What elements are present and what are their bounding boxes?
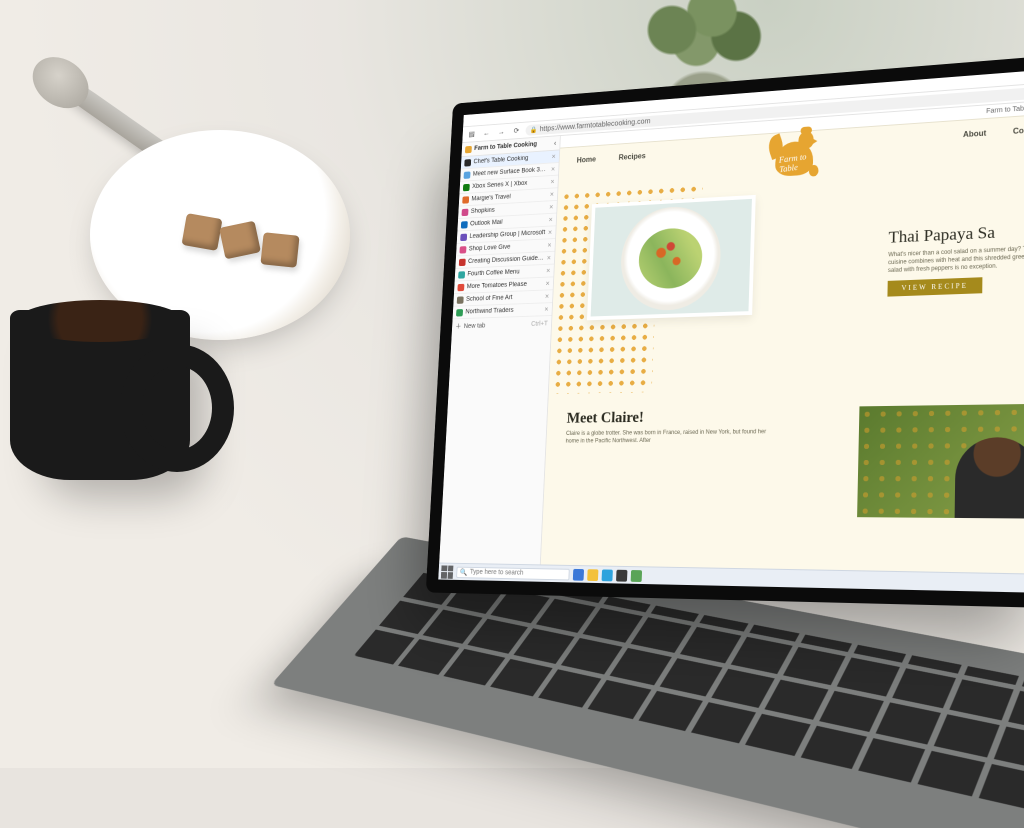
tab-title: Northwind Traders bbox=[465, 306, 542, 315]
laptop-screen: ▤ ← → ⟳ 🔒 https://www.farmtotablecooking… bbox=[426, 53, 1024, 608]
sugar-cube bbox=[181, 213, 222, 251]
taskbar-search[interactable]: 🔍 Type here to search bbox=[456, 566, 570, 580]
salad-icon bbox=[638, 227, 703, 290]
new-tab-shortcut: Ctrl+T bbox=[531, 320, 548, 327]
tab-title: Creating Discussion Guidelines bbox=[468, 255, 544, 265]
new-tab-label: New tab bbox=[464, 322, 486, 329]
nav-recipes[interactable]: Recipes bbox=[618, 152, 645, 162]
new-tab-button[interactable]: ＋ New tab Ctrl+T bbox=[452, 316, 552, 334]
plate-icon bbox=[619, 204, 722, 312]
forward-button[interactable]: → bbox=[495, 125, 507, 138]
site-logo[interactable]: Farm to Table bbox=[769, 130, 829, 194]
tab-favicon bbox=[456, 309, 463, 316]
tab-close-icon[interactable]: × bbox=[545, 292, 549, 300]
tab-favicon bbox=[464, 171, 471, 178]
taskbar-icon-mail[interactable] bbox=[602, 569, 613, 581]
meet-blurb: Claire is a globe trotter. She was born … bbox=[566, 428, 768, 445]
tab-close-icon[interactable]: × bbox=[548, 228, 552, 236]
os-screen: ▤ ← → ⟳ 🔒 https://www.farmtotablecooking… bbox=[438, 68, 1024, 593]
taskbar-icon-app[interactable] bbox=[631, 570, 642, 582]
tab-favicon bbox=[462, 208, 469, 215]
tab-favicon bbox=[464, 159, 471, 166]
hero-dish-image bbox=[587, 195, 756, 320]
back-button[interactable]: ← bbox=[480, 126, 492, 139]
desk-background: ▤ ← → ⟳ 🔒 https://www.farmtotablecooking… bbox=[0, 0, 1024, 768]
tab-favicon bbox=[459, 258, 466, 265]
vertical-tabs-title: Farm to Table Cooking bbox=[474, 141, 537, 152]
secondary-photo bbox=[857, 404, 1024, 519]
tab-title: Leadership Group | Microsoft bbox=[469, 229, 545, 239]
coffee-mug-prop bbox=[10, 310, 190, 480]
collapse-tabs-icon[interactable]: ‹ bbox=[554, 139, 557, 147]
tab-favicon bbox=[460, 233, 467, 240]
hen-icon: Farm to Table bbox=[769, 131, 817, 181]
tab-favicon bbox=[461, 221, 468, 228]
nav-home[interactable]: Home bbox=[577, 155, 597, 164]
view-recipe-button[interactable]: VIEW RECIPE bbox=[887, 277, 982, 296]
tabs-toggle-icon[interactable]: ▤ bbox=[466, 127, 478, 140]
sugar-cube bbox=[219, 221, 261, 260]
meet-title: Meet Claire! bbox=[566, 408, 768, 428]
tab-favicon bbox=[457, 296, 464, 303]
tab-close-icon[interactable]: × bbox=[544, 305, 548, 313]
tab-close-icon[interactable]: × bbox=[550, 190, 554, 198]
page-label: Farm to Table Cooking bbox=[986, 103, 1024, 115]
tab-title: Fourth Coffee Menu bbox=[467, 268, 544, 278]
taskbar-search-placeholder: Type here to search bbox=[470, 569, 524, 577]
tab-close-icon[interactable]: × bbox=[551, 152, 555, 160]
tab-close-icon[interactable]: × bbox=[545, 279, 549, 287]
sugar-cube bbox=[260, 232, 299, 268]
recipe-title: Thai Papaya Sa bbox=[888, 220, 1024, 248]
tab-title: School of Fine Art bbox=[466, 293, 543, 302]
refresh-button[interactable]: ⟳ bbox=[510, 124, 522, 137]
nav-about[interactable]: About bbox=[963, 129, 986, 139]
tab-title: Xbox Series X | Xbox bbox=[472, 179, 548, 190]
featured-recipe: Thai Papaya Sa What's nicer than a cool … bbox=[880, 219, 1024, 297]
tab-favicon bbox=[463, 183, 470, 190]
tab-title: Shopkins bbox=[471, 204, 547, 215]
taskbar-icon-edge[interactable] bbox=[573, 568, 584, 580]
tab-close-icon[interactable]: × bbox=[548, 216, 552, 224]
tab-close-icon[interactable]: × bbox=[550, 178, 554, 186]
nav-contact[interactable]: Contact bbox=[1013, 125, 1024, 136]
laptop: ▤ ← → ⟳ 🔒 https://www.farmtotablecooking… bbox=[340, 40, 1024, 828]
tab-title: Meet new Surface Book 3vr 13.5" bbox=[473, 166, 549, 177]
tab-title: Shop Love Give bbox=[469, 242, 545, 252]
start-button[interactable] bbox=[441, 565, 454, 578]
lock-icon: 🔒 bbox=[530, 126, 538, 134]
tab-favicon bbox=[462, 196, 469, 203]
vertical-tabs-panel: Farm to Table Cooking ‹ Chef's Table Coo… bbox=[439, 136, 561, 564]
tab-favicon bbox=[457, 283, 464, 290]
tab-close-icon[interactable]: × bbox=[551, 165, 555, 173]
meet-section: Meet Claire! Claire is a globe trotter. … bbox=[566, 408, 769, 446]
plus-icon: ＋ bbox=[455, 322, 461, 331]
tab-close-icon[interactable]: × bbox=[549, 203, 553, 211]
tab-favicon bbox=[458, 271, 465, 278]
taskbar-icon-explorer[interactable] bbox=[587, 569, 598, 581]
tab-favicon bbox=[459, 246, 466, 253]
recipe-blurb: What's nicer than a cool salad on a summ… bbox=[888, 244, 1024, 275]
site-favicon bbox=[465, 145, 472, 153]
tab-close-icon[interactable]: × bbox=[546, 267, 550, 275]
tabs-list: Chef's Table Cooking×Meet new Surface Bo… bbox=[453, 150, 560, 319]
tab-title: Margie's Travel bbox=[471, 192, 547, 203]
taskbar-icon-store[interactable] bbox=[616, 569, 627, 581]
tab-title: Outlook Mail bbox=[470, 217, 546, 227]
search-icon: 🔍 bbox=[460, 568, 468, 576]
tab-close-icon[interactable]: × bbox=[547, 254, 551, 262]
webpage-content: Farm to Table Cooking Home Recipes About… bbox=[541, 100, 1024, 574]
tab-close-icon[interactable]: × bbox=[547, 241, 551, 249]
person-silhouette bbox=[955, 437, 1024, 519]
tab-title: More Tomatoes Please bbox=[467, 281, 544, 290]
